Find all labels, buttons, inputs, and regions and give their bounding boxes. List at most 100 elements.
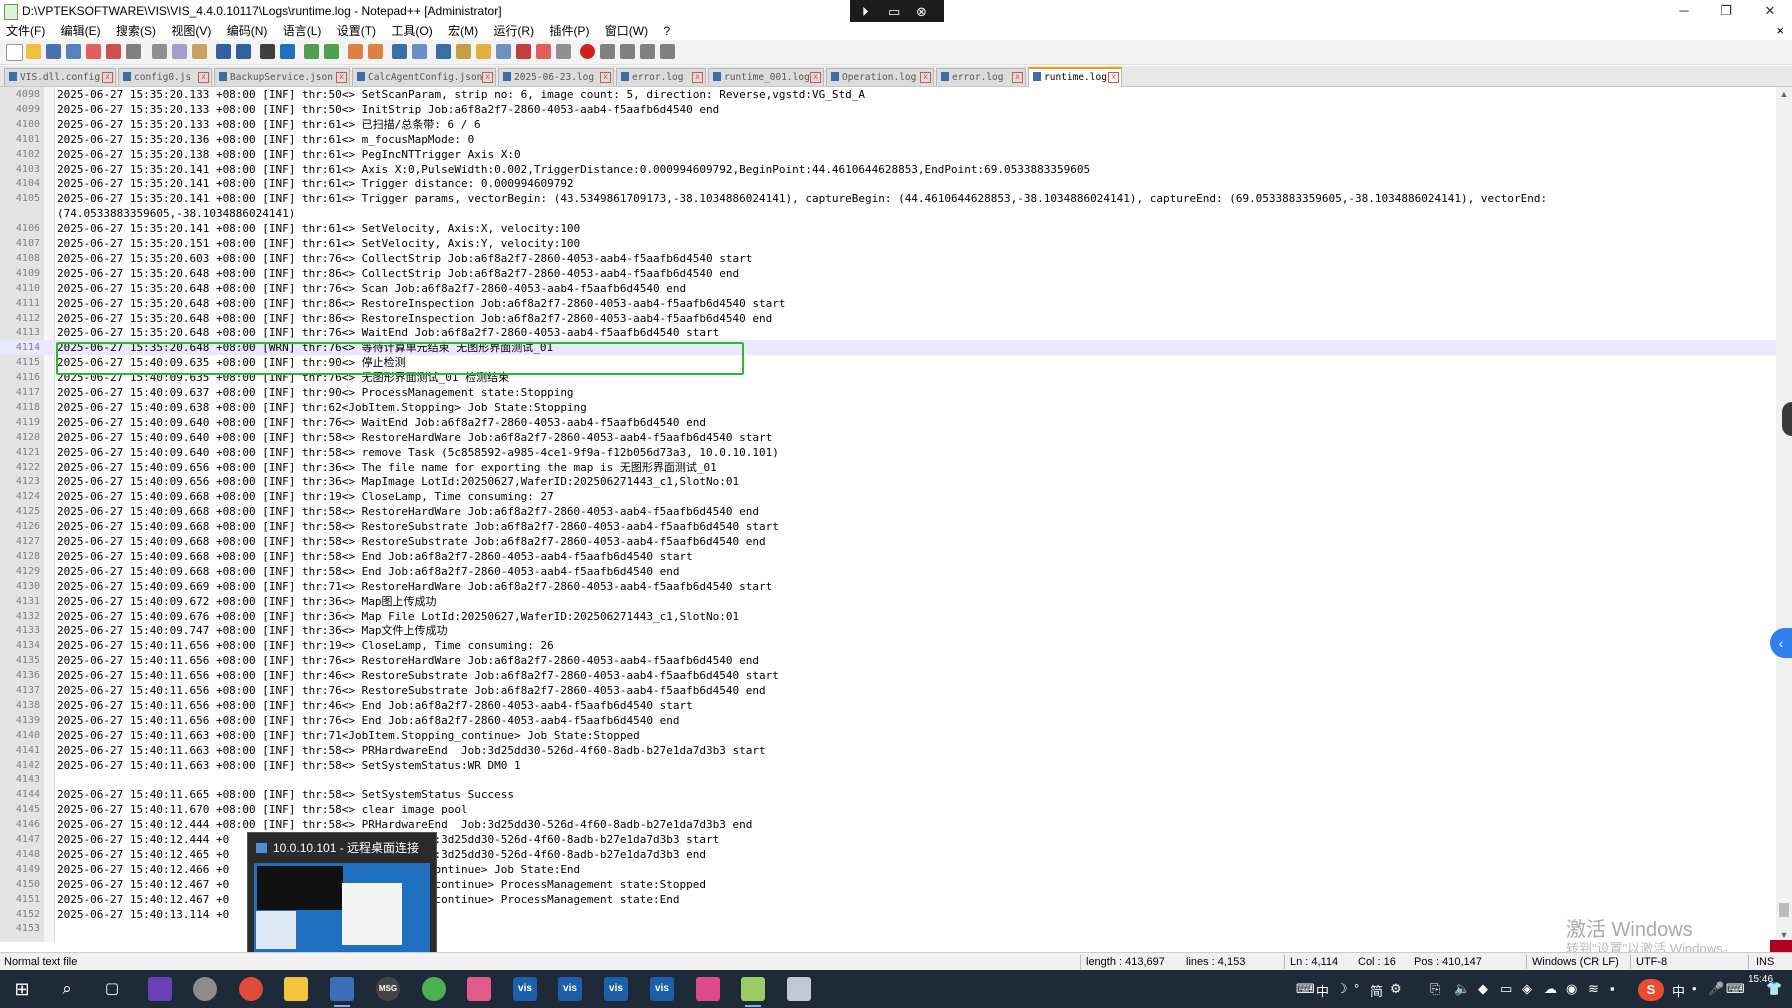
log-line[interactable]: 4136 2025-06-27 15:40:11.656 +08:00 [INF]… — [0, 668, 1776, 683]
tab-backupservice[interactable]: BackupService.json x — [214, 68, 350, 86]
vis-app-icon[interactable]: vis — [558, 977, 582, 1001]
zoom-in-icon[interactable] — [304, 44, 319, 59]
log-line[interactable]: 4126 2025-06-27 15:40:09.668 +08:00 [INF]… — [0, 519, 1776, 534]
log-line[interactable]: 4121 2025-06-27 15:40:09.640 +08:00 [INF]… — [0, 445, 1776, 460]
task-view-icon[interactable]: ▢ — [100, 977, 124, 1001]
log-line[interactable]: 4129 2025-06-27 15:40:09.668 +08:00 [INF]… — [0, 564, 1776, 579]
open-file-icon[interactable] — [26, 44, 41, 59]
function-list-icon[interactable] — [476, 44, 491, 59]
log-line[interactable]: 4103 2025-06-27 15:35:20.141 +08:00 [INF]… — [0, 162, 1776, 177]
tray-app-icon[interactable]: ◉ — [1566, 981, 1577, 997]
menu-search[interactable]: 搜索(S) — [110, 22, 162, 40]
paste-icon[interactable] — [192, 44, 207, 59]
expand-side-panel-icon[interactable]: ‹ — [1770, 628, 1792, 658]
visual-studio-icon[interactable] — [148, 977, 172, 1001]
log-line[interactable]: 4128 2025-06-27 15:40:09.668 +08:00 [INF]… — [0, 549, 1776, 564]
log-line[interactable]: 4106 2025-06-27 15:35:20.141 +08:00 [INF]… — [0, 221, 1776, 236]
msg-app-icon[interactable]: MSG — [376, 977, 400, 1001]
replace-icon[interactable] — [280, 44, 295, 59]
document-app-icon[interactable] — [787, 977, 811, 1001]
print-icon[interactable] — [126, 44, 141, 59]
close-tab-icon[interactable]: x — [600, 72, 611, 83]
menu-run[interactable]: 运行(R) — [487, 22, 540, 40]
log-line[interactable]: 4119 2025-06-27 15:40:09.640 +08:00 [INF]… — [0, 415, 1776, 430]
close-tab-icon[interactable]: x — [198, 72, 209, 83]
chat-app-icon[interactable] — [193, 977, 217, 1001]
tab-runtime-log[interactable]: runtime.log x — [1028, 67, 1122, 88]
tab-runtime-001-log[interactable]: runtime_001.log x — [708, 68, 824, 86]
close-document-button[interactable]: × — [1776, 22, 1784, 40]
close-tab-icon[interactable]: x — [810, 72, 821, 83]
log-line[interactable]: 4122 2025-06-27 15:40:09.656 +08:00 [INF]… — [0, 460, 1776, 475]
tab-calcagentconfig[interactable]: CalcAgentConfig.json x — [352, 68, 496, 86]
log-line[interactable]: 4146 2025-06-27 15:40:12.444 +08:00 [INF]… — [0, 817, 1776, 832]
log-line[interactable]: 4107 2025-06-27 15:35:20.151 +08:00 [INF]… — [0, 236, 1776, 251]
tab-error-log-1[interactable]: error.log x — [616, 68, 706, 86]
log-line[interactable]: 4110 2025-06-27 15:35:20.648 +08:00 [INF]… — [0, 281, 1776, 296]
menu-tools[interactable]: 工具(O) — [385, 22, 438, 40]
eol-format-label[interactable]: Windows (CR LF) — [1532, 953, 1619, 971]
tab-error-log-2[interactable]: error.log x — [936, 68, 1026, 86]
close-tab-icon[interactable]: x — [1012, 72, 1023, 83]
ime-mode-label[interactable]: 中 — [1672, 981, 1685, 1000]
remote-desktop-taskbar-icon[interactable] — [330, 977, 354, 1007]
vertical-scrollbar[interactable]: ▲ ▼ — [1776, 87, 1792, 942]
log-line[interactable]: 4137 2025-06-27 15:40:11.656 +08:00 [INF]… — [0, 683, 1776, 698]
menu-settings[interactable]: 设置(T) — [331, 22, 382, 40]
encoding-label[interactable]: UTF-8 — [1636, 953, 1667, 971]
clock[interactable]: 15:46 — [1748, 974, 1773, 985]
monitoring-icon[interactable] — [516, 44, 531, 59]
log-line[interactable]: 4125 2025-06-27 15:40:09.668 +08:00 [INF]… — [0, 504, 1776, 519]
log-line[interactable]: 4131 2025-06-27 15:40:09.672 +08:00 [INF]… — [0, 594, 1776, 609]
microphone-icon[interactable]: 🎤 — [1708, 981, 1724, 997]
side-panel-handle[interactable] — [1782, 402, 1792, 436]
close-tab-icon[interactable]: x — [920, 72, 931, 83]
close-tab-icon[interactable]: x — [482, 72, 493, 83]
close-all-icon[interactable] — [106, 44, 121, 59]
volume-icon[interactable]: 🔈 — [1454, 981, 1470, 997]
save-all-icon[interactable] — [66, 44, 81, 59]
close-tab-icon[interactable]: x — [1108, 72, 1119, 83]
log-line[interactable]: 4141 2025-06-27 15:40:11.663 +08:00 [INF]… — [0, 743, 1776, 758]
nvidia-icon[interactable]: ▪ — [1610, 981, 1615, 996]
simplified-label[interactable]: 简 — [1370, 981, 1383, 1000]
undo-icon[interactable] — [216, 44, 231, 59]
menu-macro[interactable]: 宏(M) — [442, 22, 484, 40]
new-file-icon[interactable] — [6, 44, 23, 61]
tab-vis-dll-config[interactable]: VIS.dll.config x — [4, 68, 116, 86]
search-icon[interactable]: ⌕ — [55, 977, 79, 1001]
log-line[interactable]: 4117 2025-06-27 15:40:09.637 +08:00 [INF]… — [0, 385, 1776, 400]
log-line[interactable]: 4120 2025-06-27 15:40:09.640 +08:00 [INF]… — [0, 430, 1776, 445]
log-line[interactable]: 4143 — [0, 772, 1776, 787]
soft-keyboard-icon[interactable]: ⌨ — [1726, 981, 1745, 997]
stop-macro-icon[interactable] — [600, 44, 615, 59]
log-line[interactable]: 4135 2025-06-27 15:40:11.656 +08:00 [INF]… — [0, 653, 1776, 668]
notepadpp-taskbar-icon[interactable] — [741, 977, 765, 1007]
redo-icon[interactable] — [236, 44, 251, 59]
close-tab-icon[interactable]: x — [336, 72, 347, 83]
log-line[interactable]: 4098 2025-06-27 15:35:20.133 +08:00 [INF]… — [0, 87, 1776, 102]
green-app-icon[interactable] — [422, 977, 446, 1001]
close-tab-icon[interactable]: x — [692, 72, 703, 83]
file-explorer-icon[interactable] — [284, 977, 308, 1001]
ime-chinese-label[interactable]: 中 — [1316, 981, 1329, 1000]
log-line[interactable]: 4118 2025-06-27 15:40:09.638 +08:00 [INF]… — [0, 400, 1776, 415]
scroll-up-icon[interactable]: ▲ — [1776, 89, 1792, 99]
log-line[interactable]: 4099 2025-06-27 15:35:20.133 +08:00 [INF]… — [0, 102, 1776, 117]
restore-button[interactable]: ❐ — [1706, 0, 1746, 22]
word-wrap-icon[interactable] — [392, 44, 407, 59]
sync-vertical-icon[interactable] — [348, 44, 363, 59]
menu-edit[interactable]: 编辑(E) — [55, 22, 107, 40]
moon-icon[interactable]: ☽ — [1336, 981, 1348, 997]
close-window-button[interactable]: ✕ — [1750, 0, 1790, 22]
play-macro-icon[interactable] — [620, 44, 635, 59]
vis-app-icon[interactable]: vis — [604, 977, 628, 1001]
menu-view[interactable]: 视图(V) — [165, 22, 217, 40]
log-line[interactable]: 4123 2025-06-27 15:40:09.656 +08:00 [INF]… — [0, 474, 1776, 489]
log-line[interactable]: 4124 2025-06-27 15:40:09.668 +08:00 [INF]… — [0, 489, 1776, 504]
close-file-icon[interactable] — [86, 44, 101, 59]
chrome-icon[interactable] — [239, 977, 263, 1001]
log-line[interactable]: 4133 2025-06-27 15:40:09.747 +08:00 [INF]… — [0, 623, 1776, 638]
log-line[interactable]: 4102 2025-06-27 15:35:20.138 +08:00 [INF]… — [0, 147, 1776, 162]
minimize-remote-icon[interactable]: ▭ — [888, 4, 900, 20]
